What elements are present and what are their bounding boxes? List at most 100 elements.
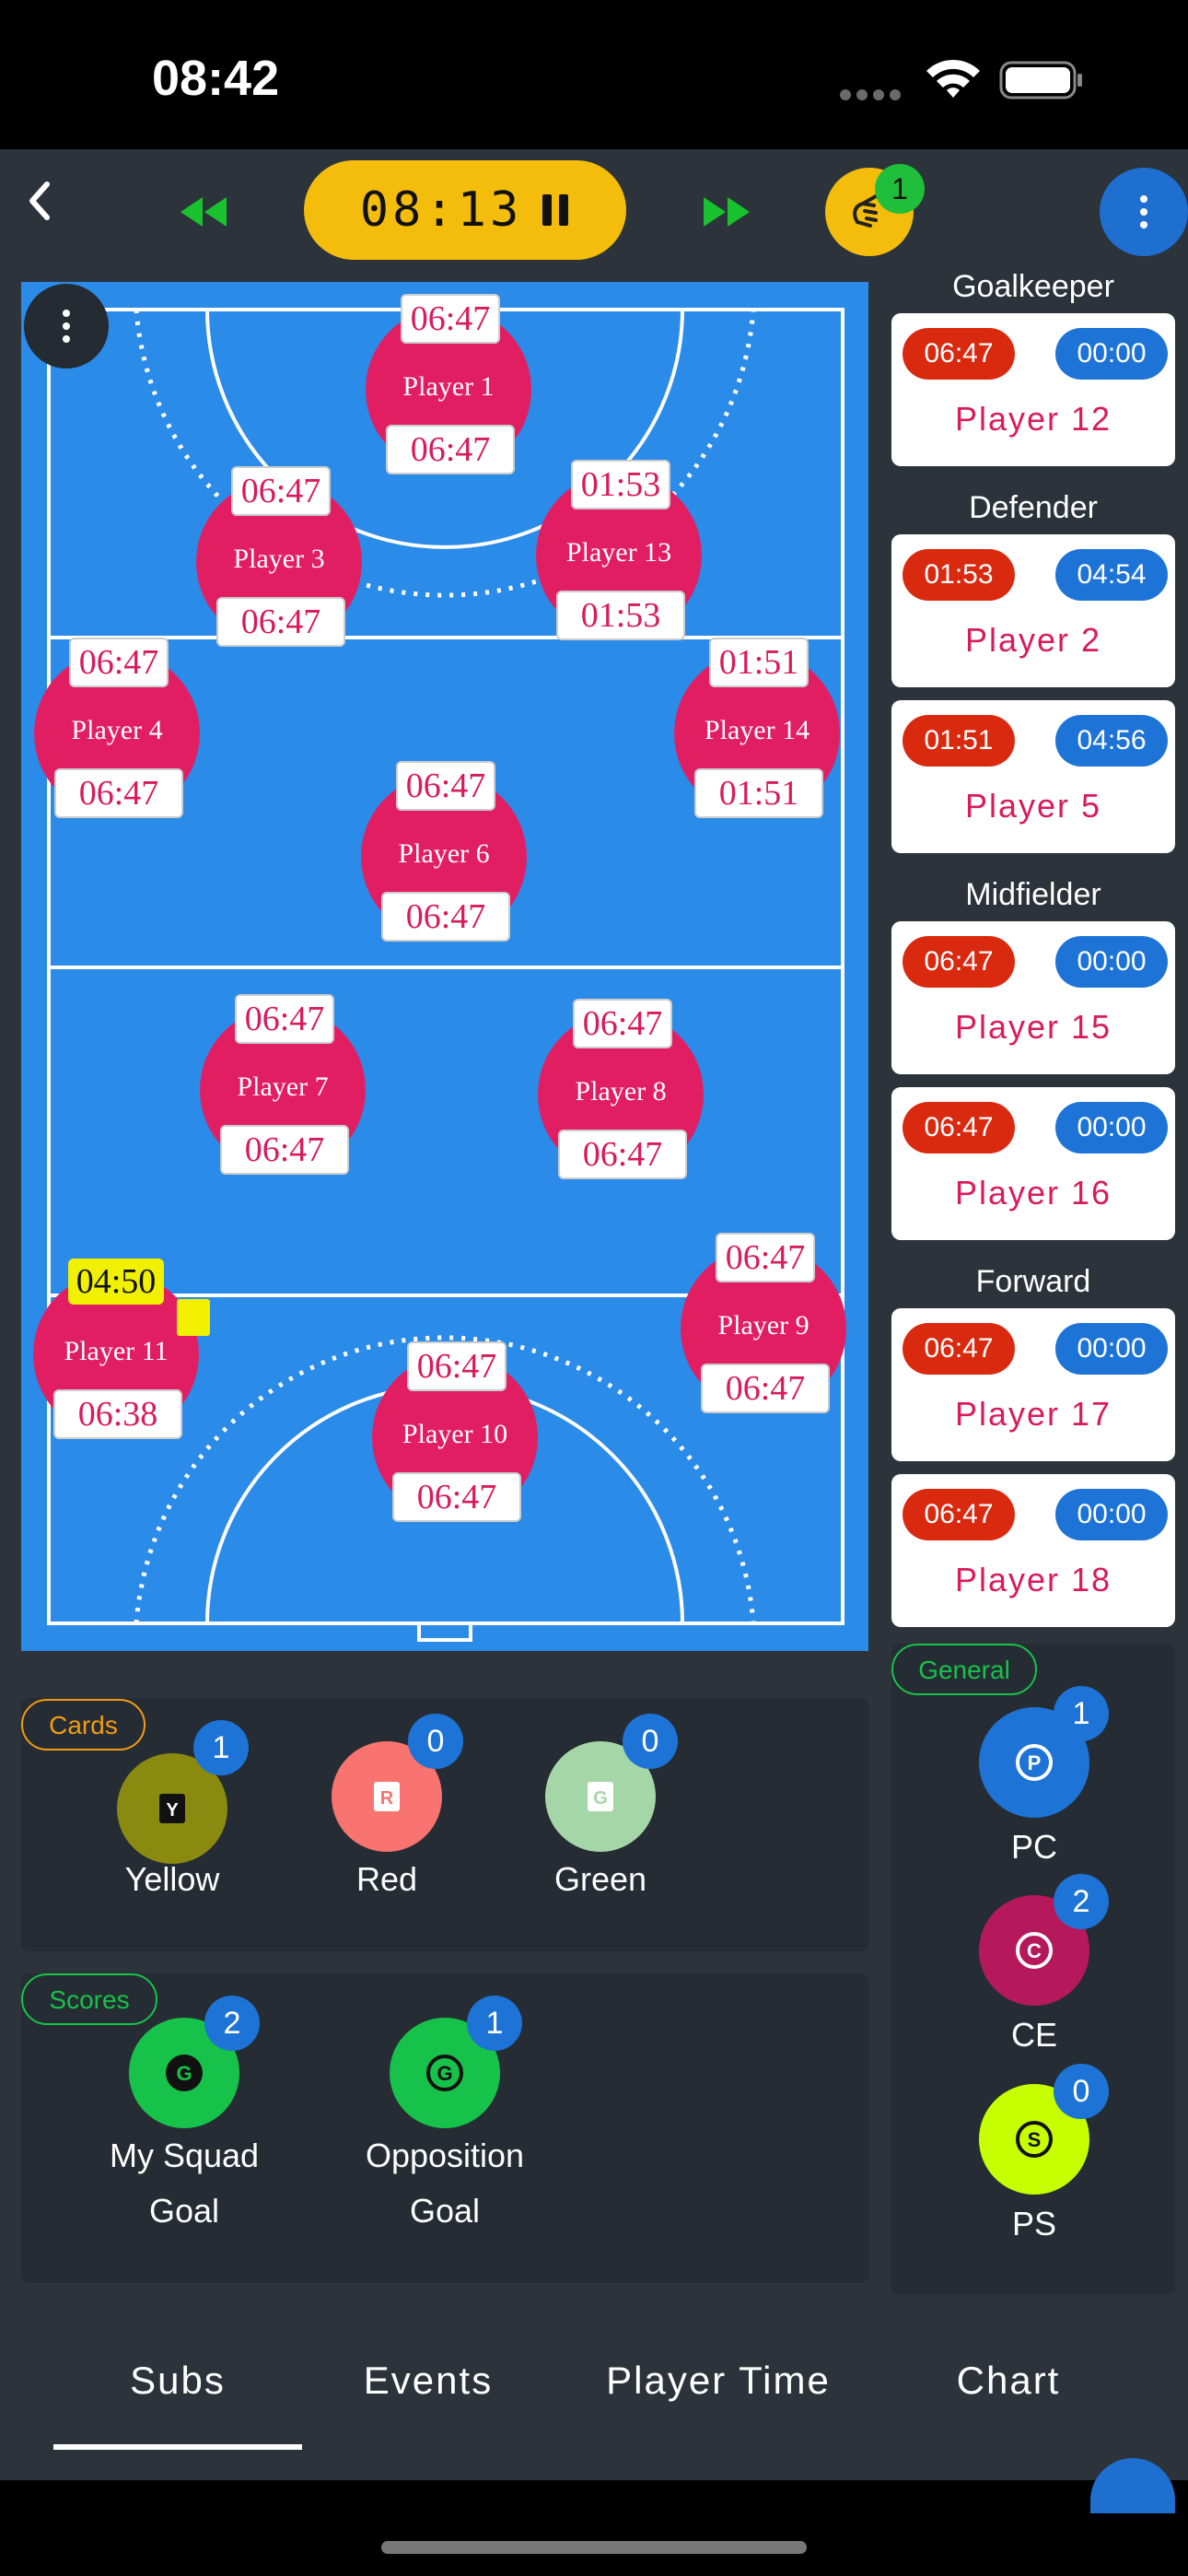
player-top-time: 06:47 bbox=[407, 1341, 507, 1391]
match-timer[interactable]: 08:13 bbox=[304, 160, 626, 260]
bench-player-name: Player 15 bbox=[954, 1008, 1112, 1046]
svg-text:G: G bbox=[437, 2062, 452, 2085]
court-player[interactable]: 01:53 Player 13 01:53 bbox=[536, 460, 702, 640]
defender-heading: Defender bbox=[969, 490, 1098, 525]
bench-player-name: Player 5 bbox=[964, 787, 1102, 825]
chevron-left-icon bbox=[29, 181, 50, 220]
bench-player-card[interactable]: 06:47 00:00 Player 17 bbox=[891, 1308, 1175, 1461]
on-time-pill: 06:47 bbox=[903, 328, 1015, 380]
on-time-pill: 06:47 bbox=[903, 1102, 1015, 1153]
ce-icon: C bbox=[1016, 1932, 1053, 1969]
bench-player-name: Player 12 bbox=[954, 400, 1112, 438]
scores-tag: Scores bbox=[21, 1973, 157, 2025]
player-bottom-time: 06:47 bbox=[54, 768, 183, 818]
on-time-pill: 06:47 bbox=[903, 936, 1015, 988]
player-bottom-time: 06:47 bbox=[701, 1364, 830, 1413]
battery-icon bbox=[999, 61, 1082, 100]
my-squad-goal-badge: 2 bbox=[204, 1996, 260, 2051]
back-button[interactable] bbox=[17, 175, 63, 230]
green-count-badge: 0 bbox=[623, 1714, 678, 1769]
off-time-pill: 00:00 bbox=[1055, 1102, 1168, 1153]
court-player[interactable]: 06:47 Player 4 06:47 bbox=[34, 638, 200, 818]
bench-player-card[interactable]: 06:47 00:00 Player 12 bbox=[891, 313, 1175, 466]
svg-text:R: R bbox=[380, 1788, 394, 1809]
svg-text:S: S bbox=[1028, 2128, 1042, 2151]
bench-player-card[interactable]: 06:47 00:00 Player 15 bbox=[891, 921, 1175, 1074]
court-player[interactable]: 06:47 Player 7 06:47 bbox=[200, 994, 366, 1175]
notification-badge: 1 bbox=[875, 164, 925, 214]
player-top-time: 06:47 bbox=[716, 1233, 815, 1282]
player-bottom-time: 06:47 bbox=[386, 425, 515, 474]
on-time-pill: 06:47 bbox=[903, 1323, 1015, 1375]
player-bottom-time: 01:53 bbox=[556, 591, 685, 640]
player-name: Player 4 bbox=[71, 715, 163, 745]
court-player[interactable]: 06:47 Player 9 06:47 bbox=[681, 1233, 846, 1413]
player-name: Player 3 bbox=[233, 544, 325, 574]
more-options-button[interactable] bbox=[1100, 168, 1188, 256]
opposition-goal-label-1: Opposition bbox=[365, 2137, 525, 2174]
ce-count-badge: 2 bbox=[1054, 1874, 1109, 1929]
bench-player-card[interactable]: 06:47 00:00 Player 18 bbox=[891, 1474, 1175, 1627]
player-top-time: 04:50 bbox=[68, 1259, 164, 1305]
on-time-pill: 06:47 bbox=[903, 1489, 1015, 1540]
cellular-signal-icon bbox=[840, 88, 906, 105]
yellow-label: Yellow bbox=[124, 1860, 220, 1898]
player-name: Player 10 bbox=[402, 1419, 508, 1449]
bench-player-card[interactable]: 01:53 04:54 Player 2 bbox=[891, 534, 1175, 687]
red-card-icon: R bbox=[374, 1782, 400, 1811]
svg-text:G: G bbox=[593, 1788, 608, 1809]
svg-text:P: P bbox=[1028, 1751, 1042, 1774]
rewind-button[interactable] bbox=[175, 193, 230, 230]
pause-icon[interactable] bbox=[542, 194, 570, 226]
green-card-icon: G bbox=[588, 1782, 613, 1811]
player-top-time: 06:47 bbox=[573, 999, 672, 1048]
player-name: Player 11 bbox=[64, 1336, 169, 1366]
tab-player-time[interactable]: Player Time bbox=[571, 2359, 866, 2403]
off-time-pill: 00:00 bbox=[1055, 936, 1168, 988]
bench-player-card[interactable]: 06:47 00:00 Player 16 bbox=[891, 1087, 1175, 1240]
my-squad-goal-label-2: Goal bbox=[148, 2192, 220, 2230]
green-label: Green bbox=[553, 1860, 647, 1898]
home-indicator bbox=[381, 2541, 807, 2554]
off-time-pill: 04:54 bbox=[1055, 549, 1168, 601]
player-top-time: 06:47 bbox=[396, 761, 495, 811]
tab-events[interactable]: Events bbox=[322, 2359, 534, 2403]
bench-player-name: Player 16 bbox=[954, 1174, 1112, 1212]
forward-heading: Forward bbox=[975, 1264, 1091, 1299]
yellow-card-marker bbox=[177, 1299, 210, 1336]
court-menu-button[interactable] bbox=[24, 284, 109, 369]
court-player[interactable]: 06:47 Player 6 06:47 bbox=[361, 761, 527, 942]
court-player[interactable]: 04:50 Player 11 06:38 bbox=[33, 1259, 199, 1439]
pc-icon: P bbox=[1016, 1744, 1053, 1781]
court-player[interactable]: 06:47 Player 1 06:47 bbox=[366, 294, 531, 474]
ps-count-badge: 0 bbox=[1054, 2064, 1109, 2119]
off-time-pill: 00:00 bbox=[1055, 328, 1168, 380]
svg-text:C: C bbox=[1027, 1939, 1042, 1962]
opposition-goal-badge: 1 bbox=[467, 1996, 522, 2051]
goal-icon: G bbox=[426, 2055, 463, 2091]
opposition-goal-label-2: Goal bbox=[409, 2192, 481, 2230]
bench-player-name: Player 18 bbox=[954, 1561, 1112, 1598]
bench-player-card[interactable]: 01:51 04:56 Player 5 bbox=[891, 700, 1175, 853]
yellow-count-badge: 1 bbox=[193, 1720, 249, 1775]
tab-subs[interactable]: Subs bbox=[53, 2359, 302, 2403]
off-time-pill: 00:00 bbox=[1055, 1323, 1168, 1375]
fast-forward-button[interactable] bbox=[700, 193, 755, 230]
red-count-badge: 0 bbox=[408, 1714, 463, 1769]
court-player[interactable]: 06:47 Player 10 06:47 bbox=[372, 1341, 538, 1522]
player-name: Player 1 bbox=[402, 371, 495, 402]
tab-chart[interactable]: Chart bbox=[903, 2359, 1114, 2403]
court-player[interactable]: 06:47 Player 3 06:47 bbox=[196, 466, 362, 647]
svg-text:G: G bbox=[176, 2062, 192, 2085]
court-player[interactable]: 01:51 Player 14 01:51 bbox=[674, 638, 840, 818]
ps-icon: S bbox=[1016, 2121, 1053, 2158]
court-player[interactable]: 06:47 Player 8 06:47 bbox=[538, 999, 704, 1179]
midfielder-heading: Midfielder bbox=[965, 877, 1101, 912]
off-time-pill: 00:00 bbox=[1055, 1489, 1168, 1540]
pc-label: PC bbox=[1010, 1828, 1057, 1866]
pc-count-badge: 1 bbox=[1054, 1686, 1109, 1741]
ps-label: PS bbox=[1011, 2205, 1057, 2242]
player-bottom-time: 01:51 bbox=[694, 768, 823, 818]
player-top-time: 01:51 bbox=[709, 638, 809, 687]
player-top-time: 06:47 bbox=[69, 638, 169, 687]
